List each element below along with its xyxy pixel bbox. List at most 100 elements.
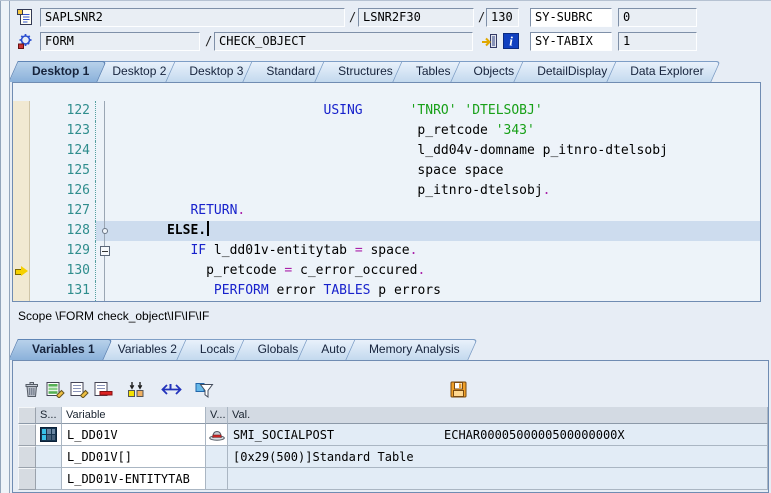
code-line-128[interactable]: 128 ELSE. bbox=[13, 221, 760, 241]
code-line-129[interactable]: 129 IF l_dd01v-entitytab = space. bbox=[13, 241, 760, 261]
code-text[interactable]: ELSE. bbox=[113, 221, 760, 241]
breakpoint-gutter[interactable] bbox=[13, 241, 30, 261]
variables-table: S... Variable V... Val. L_DD01V SMI_SOCIA… bbox=[18, 407, 768, 490]
value-cell[interactable]: SMI_SOCIALPOSTECHAR0000500000500000000X bbox=[228, 424, 768, 446]
code-line-131[interactable]: 131 PERFORM error TABLES p errors bbox=[13, 281, 760, 301]
breakpoint-gutter[interactable] bbox=[13, 221, 30, 241]
tab-desktop-1[interactable]: Desktop 1 bbox=[13, 61, 102, 82]
filter-icon[interactable] bbox=[192, 378, 216, 400]
delete-icon[interactable] bbox=[19, 378, 43, 400]
variable-name-cell[interactable]: L_DD01V[] bbox=[62, 446, 206, 468]
code-line-130[interactable]: 130 p_retcode = c_error_occured. bbox=[13, 261, 760, 281]
tab-variables-2[interactable]: Variables 2 bbox=[99, 339, 190, 360]
code-line-126[interactable]: 126 p_itnro-dtelsobj. bbox=[13, 181, 760, 201]
sy-subrc-value-field[interactable]: 0 bbox=[618, 8, 697, 27]
line-number-field[interactable]: 130 bbox=[486, 8, 519, 27]
sy-subrc-label-field[interactable]: SY-SUBRC bbox=[530, 8, 612, 27]
value-cell[interactable] bbox=[228, 468, 768, 490]
code-line-122[interactable]: 122 USING 'TNRO' 'DTELSOBJ' bbox=[13, 101, 760, 121]
event-name-field[interactable]: CHECK_OBJECT bbox=[214, 32, 473, 51]
breakpoint-gutter[interactable] bbox=[13, 181, 30, 201]
save-icon[interactable] bbox=[446, 378, 470, 400]
s-cell bbox=[36, 424, 62, 446]
current-statement-arrow-icon bbox=[15, 266, 28, 277]
separator: / bbox=[478, 10, 485, 24]
value-type-text: ECHAR0000500000500000000X bbox=[444, 428, 625, 442]
code-text[interactable]: p_retcode '343' bbox=[113, 121, 760, 141]
header-v-column[interactable]: V... bbox=[206, 407, 228, 424]
variable-row[interactable]: L_DD01V[] [0x29(500)]Standard Table bbox=[18, 446, 768, 468]
remove-entry-icon[interactable] bbox=[91, 378, 115, 400]
tab-memory-analysis[interactable]: Memory Analysis bbox=[350, 339, 473, 360]
structure-icon[interactable] bbox=[40, 427, 57, 442]
code-line-125[interactable]: 125 space space bbox=[13, 161, 760, 181]
code-line-127[interactable]: 127 RETURN. bbox=[13, 201, 760, 221]
tab-detaildisplay[interactable]: DetailDisplay bbox=[518, 61, 620, 82]
code-segment: ELSE bbox=[167, 223, 198, 238]
breakpoint-gutter[interactable] bbox=[13, 281, 30, 301]
variable-row[interactable]: L_DD01V-ENTITYTAB bbox=[18, 468, 768, 490]
code-text[interactable]: PERFORM error TABLES p errors bbox=[113, 281, 760, 301]
header-variable-column[interactable]: Variable bbox=[62, 407, 206, 424]
goto-navigation-icon[interactable] bbox=[481, 33, 499, 51]
code-text[interactable]: p_retcode = c_error_occured. bbox=[113, 261, 760, 281]
create-entry-icon[interactable] bbox=[43, 378, 67, 400]
sy-tabix-value-field[interactable]: 1 bbox=[618, 32, 697, 51]
tab-label: DetailDisplay bbox=[537, 64, 607, 78]
breakpoint-gutter[interactable] bbox=[13, 261, 30, 281]
tab-variables-1[interactable]: Variables 1 bbox=[13, 339, 108, 360]
code-text[interactable]: l_dd04v-domname p_itnro-dtelsobj bbox=[113, 141, 760, 161]
collapse-block-icon[interactable] bbox=[100, 246, 110, 256]
breakpoint-gutter[interactable] bbox=[13, 101, 30, 121]
row-selector[interactable] bbox=[18, 446, 36, 468]
tab-data-explorer[interactable]: Data Explorer bbox=[611, 61, 716, 82]
code-segment: TABLES bbox=[324, 283, 371, 298]
breakpoint-gutter[interactable] bbox=[13, 201, 30, 221]
abap-debugger-window: SAPLSNR2 / LSNR2F30 / 130 SY-SUBRC 0 FOR… bbox=[0, 0, 771, 493]
header-s-column[interactable]: S... bbox=[36, 407, 62, 424]
code-segment bbox=[120, 203, 190, 218]
breakpoint-gutter[interactable] bbox=[13, 141, 30, 161]
code-text[interactable]: IF l_dd01v-entitytab = space. bbox=[113, 241, 760, 261]
sy-tabix-label-field[interactable]: SY-TABIX bbox=[530, 32, 612, 51]
breakpoint-gutter[interactable] bbox=[13, 161, 30, 181]
variable-name-cell[interactable]: L_DD01V-ENTITYTAB bbox=[62, 468, 206, 490]
code-text[interactable]: RETURN. bbox=[113, 201, 760, 221]
code-text[interactable]: space space bbox=[113, 161, 760, 181]
swap-icon[interactable] bbox=[157, 378, 185, 400]
change-entry-icon[interactable] bbox=[67, 378, 91, 400]
fold-column bbox=[96, 141, 113, 161]
row-selector[interactable] bbox=[18, 424, 36, 446]
line-number: 131 bbox=[30, 281, 96, 301]
fold-column bbox=[96, 221, 113, 241]
info-icon[interactable]: i bbox=[503, 33, 521, 51]
structure-type-icon bbox=[209, 428, 225, 441]
value-text: [0x29(500)]Standard Table bbox=[233, 450, 414, 464]
insert-variables-icon[interactable] bbox=[122, 378, 150, 400]
breakpoint-gutter[interactable] bbox=[13, 121, 30, 141]
tab-label: Memory Analysis bbox=[369, 342, 460, 356]
line-number: 123 bbox=[30, 121, 96, 141]
code-line-123[interactable]: 123 p_retcode '343' bbox=[13, 121, 760, 141]
code-text[interactable]: p_itnro-dtelsobj. bbox=[113, 181, 760, 201]
code-segment: . bbox=[543, 183, 551, 198]
variable-row[interactable]: L_DD01V SMI_SOCIALPOSTECHAR00005000005000… bbox=[18, 424, 768, 446]
program-field[interactable]: SAPLSNR2 bbox=[40, 8, 345, 27]
code-segment: l_dd01v-entitytab bbox=[206, 243, 355, 258]
row-selector[interactable] bbox=[18, 468, 36, 490]
code-segment: p_itnro-dtelsobj bbox=[120, 183, 543, 198]
value-cell[interactable]: [0x29(500)]Standard Table bbox=[228, 446, 768, 468]
line-number: 129 bbox=[30, 241, 96, 261]
header-val-column[interactable]: Val. bbox=[228, 407, 768, 424]
code-line-124[interactable]: 124 l_dd04v-domname p_itnro-dtelsobj bbox=[13, 141, 760, 161]
v-cell bbox=[206, 468, 228, 490]
include-field[interactable]: LSNR2F30 bbox=[358, 8, 474, 27]
variable-name-cell[interactable]: L_DD01V bbox=[62, 424, 206, 446]
fold-column bbox=[96, 181, 113, 201]
event-type-field[interactable]: FORM bbox=[40, 32, 200, 51]
separator: / bbox=[205, 34, 212, 48]
code-text[interactable]: USING 'TNRO' 'DTELSOBJ' bbox=[113, 101, 760, 121]
code-segment bbox=[120, 223, 167, 238]
code-area: 122 USING 'TNRO' 'DTELSOBJ'123 p_retcode… bbox=[13, 101, 760, 301]
line-number: 126 bbox=[30, 181, 96, 201]
